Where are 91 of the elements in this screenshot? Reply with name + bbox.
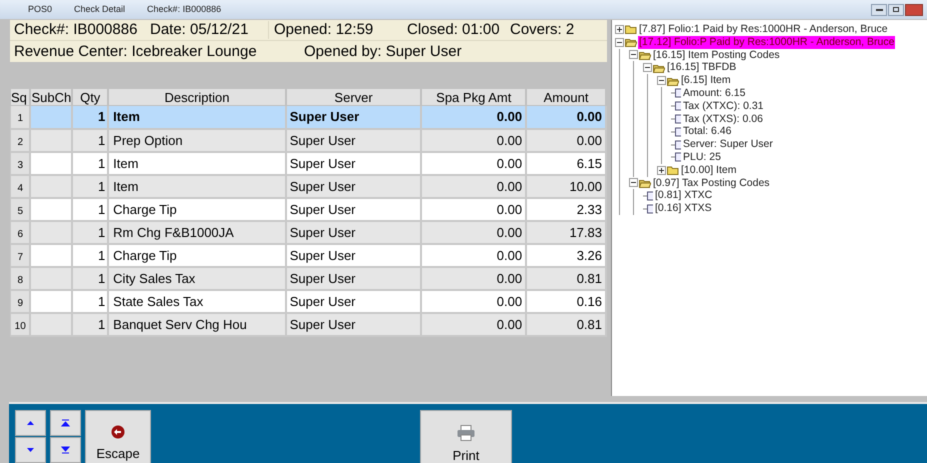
title-bar-label: Check#: IB000886 xyxy=(147,2,222,16)
folder-icon xyxy=(667,165,679,176)
collapse-icon[interactable] xyxy=(657,76,666,86)
row-number: 7 xyxy=(10,244,30,266)
document-icon xyxy=(671,126,681,137)
tree-item[interactable]: Amount: 6.15 xyxy=(682,86,746,100)
tree-item[interactable]: [7.87] Folio:1 Paid by Res:1000HR - Anderson, Bruce xyxy=(638,23,889,36)
escape-button[interactable]: Escape xyxy=(85,410,151,463)
opened-by: Opened by: Super User xyxy=(304,42,462,60)
table-row[interactable]: 7 1 Charge Tip Super User 0.00 3.26 xyxy=(10,244,606,266)
open-folder-icon xyxy=(667,76,679,86)
table-cell: Banquet Serv Chg Hou xyxy=(108,312,286,336)
column-header[interactable]: Amount xyxy=(526,88,606,106)
folder-icon xyxy=(625,24,637,34)
printer-icon xyxy=(457,425,475,441)
closed-time: Closed: 01:00 xyxy=(407,21,501,39)
table-cell: Super User xyxy=(286,312,422,336)
table-row[interactable]: 10 1 Banquet Serv Chg Hou Super User 0.00 0.81 xyxy=(10,312,606,336)
document-icon xyxy=(643,204,653,214)
table-cell: 0.81 xyxy=(526,312,606,336)
document-icon xyxy=(671,114,681,124)
table-row[interactable]: 3 1 Item Super User 0.00 6.15 xyxy=(10,152,606,174)
close-button[interactable] xyxy=(905,4,923,16)
document-icon xyxy=(671,101,681,112)
tree-item[interactable]: [10.00] Item xyxy=(680,164,738,177)
table-row[interactable]: 6 1 Rm Chg F&B1000JA Super User 0.00 17.83 xyxy=(10,220,606,244)
row-number: 8 xyxy=(10,266,30,290)
tree-item[interactable]: [17.12] Folio:P Paid by Res:1000HR - Anderson, Bruce xyxy=(638,36,896,49)
open-folder-icon xyxy=(639,50,651,60)
document-icon xyxy=(671,152,681,162)
collapse-icon[interactable] xyxy=(629,50,638,60)
table-cell: 0.00 xyxy=(421,312,526,336)
restore-button[interactable] xyxy=(888,4,904,16)
opened-time: Opened: 12:59 xyxy=(268,21,407,39)
table-row[interactable]: 8 1 City Sales Tax Super User 0.00 0.81 xyxy=(10,266,606,290)
down-arrow-icon xyxy=(26,446,35,454)
tree-item[interactable]: [16.15] Item Posting Codes xyxy=(652,48,781,62)
tree-item[interactable]: Tax (XTXC): 0.31 xyxy=(682,100,765,113)
up-arrow-icon xyxy=(26,419,35,427)
expand-icon[interactable] xyxy=(615,24,624,34)
row-number: 10 xyxy=(10,312,30,336)
tree-item[interactable]: Total: 6.46 xyxy=(682,125,732,138)
open-folder-icon xyxy=(625,37,637,48)
row-number: 3 xyxy=(10,152,30,174)
bottom-button[interactable] xyxy=(50,437,81,463)
document-icon xyxy=(671,140,681,150)
tree-item[interactable]: [0.97] Tax Posting Codes xyxy=(652,176,771,190)
row-number: 5 xyxy=(10,198,30,220)
minimize-button[interactable] xyxy=(871,4,887,16)
check-date: Date: 05/12/21 xyxy=(150,21,250,39)
table-row[interactable]: 2 1 Prep Option Super User 0.00 0.00 xyxy=(10,128,606,152)
column-header[interactable]: Sq xyxy=(10,88,30,106)
table-row[interactable]: 9 1 State Sales Tax Super User 0.00 0.16 xyxy=(10,290,606,312)
print-button[interactable]: Print xyxy=(420,410,512,463)
column-header[interactable]: Description xyxy=(108,88,286,106)
open-folder-icon xyxy=(653,62,665,73)
tree-item[interactable]: Tax (XTXS): 0.06 xyxy=(682,112,764,126)
title-bar-label: Check Detail xyxy=(74,2,126,16)
open-folder-icon xyxy=(639,178,651,188)
column-header[interactable]: Qty xyxy=(72,88,108,106)
tree-item[interactable]: Server: Super User xyxy=(682,138,774,151)
tree-item[interactable]: [0.16] XTXS xyxy=(654,202,713,215)
row-number: 2 xyxy=(10,128,30,152)
document-icon xyxy=(671,88,681,98)
row-number: 9 xyxy=(10,290,30,312)
table-row[interactable]: 5 1 Charge Tip Super User 0.00 2.33 xyxy=(10,198,606,220)
column-header[interactable]: SubCh xyxy=(30,88,72,106)
row-number: 4 xyxy=(10,174,30,198)
expand-icon[interactable] xyxy=(657,166,666,175)
collapse-icon[interactable] xyxy=(643,63,652,72)
first-arrow-icon xyxy=(61,419,70,427)
revenue-center: Revenue Center: Icebreaker Lounge xyxy=(14,42,258,60)
table-row[interactable]: 1 1 Item Super User 0.00 0.00 xyxy=(10,106,606,128)
collapse-icon[interactable] xyxy=(615,38,624,47)
tree-item[interactable]: PLU: 25 xyxy=(682,150,722,164)
row-number: 6 xyxy=(10,220,30,244)
column-header[interactable]: Spa Pkg Amt xyxy=(421,88,526,106)
collapse-icon[interactable] xyxy=(629,178,638,188)
covers-count: Covers: 2 xyxy=(510,21,574,39)
check-number: Check#: IB000886 xyxy=(14,21,138,39)
table-row[interactable]: 4 1 Item Super User 0.00 10.00 xyxy=(10,174,606,198)
title-bar-label: POS0 xyxy=(28,2,52,16)
tree-item[interactable]: [6.15] Item xyxy=(680,74,732,87)
top-button[interactable] xyxy=(50,410,81,436)
tree-item[interactable]: [16.15] TBFDB xyxy=(666,61,738,74)
table-cell: 1 xyxy=(72,312,108,336)
document-icon xyxy=(643,190,653,201)
column-header[interactable]: Server xyxy=(286,88,422,106)
row-number: 1 xyxy=(10,106,30,128)
tree-item[interactable]: [0.81] XTXC xyxy=(654,189,714,202)
last-arrow-icon xyxy=(61,446,70,454)
